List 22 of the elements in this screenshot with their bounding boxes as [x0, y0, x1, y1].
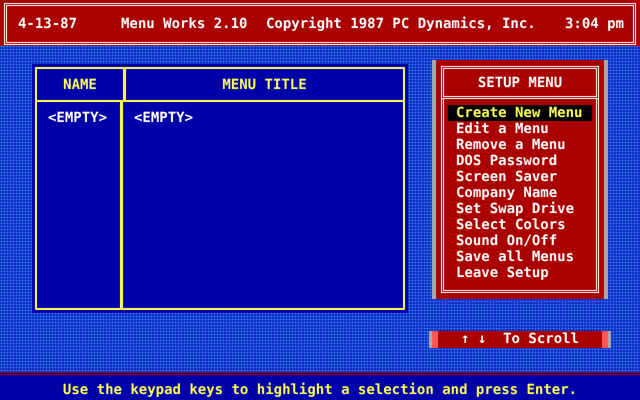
column-header: NAME: [37, 69, 126, 100]
menu-item[interactable]: Edit a Menu: [448, 121, 592, 137]
menu-item[interactable]: Remove a Menu: [448, 137, 592, 153]
menu-item[interactable]: Select Colors: [448, 217, 592, 233]
menu-item[interactable]: Screen Saver: [448, 169, 592, 185]
menu-title: SETUP MENU: [478, 74, 562, 90]
table-cell[interactable]: <EMPTY>: [48, 110, 108, 126]
menu-item[interactable]: Leave Setup: [448, 265, 592, 281]
menu-item[interactable]: Company Name: [448, 185, 592, 201]
menu-item[interactable]: Set Swap Drive: [448, 201, 592, 217]
app-title: Menu Works 2.10: [121, 16, 248, 32]
menu-item[interactable]: Sound On/Off: [448, 233, 592, 249]
time-text: 3:04 pm: [564, 16, 624, 32]
menu-item[interactable]: Save all Menus: [448, 249, 592, 265]
menu-item[interactable]: DOS Password: [448, 153, 592, 169]
column-header: MENU TITLE: [221, 76, 308, 94]
date-text: 4-13-87: [18, 16, 78, 32]
scroll-hint: ↑ ↓ To Scroll: [432, 331, 608, 348]
copyright-text: Copyright 1987 PC Dynamics, Inc.: [266, 16, 537, 32]
menu-item[interactable]: Create New Menu: [448, 105, 592, 121]
table-cell[interactable]: <EMPTY>: [134, 110, 194, 126]
status-text: Use the keypad keys to highlight a selection and press Enter.: [62, 382, 578, 398]
